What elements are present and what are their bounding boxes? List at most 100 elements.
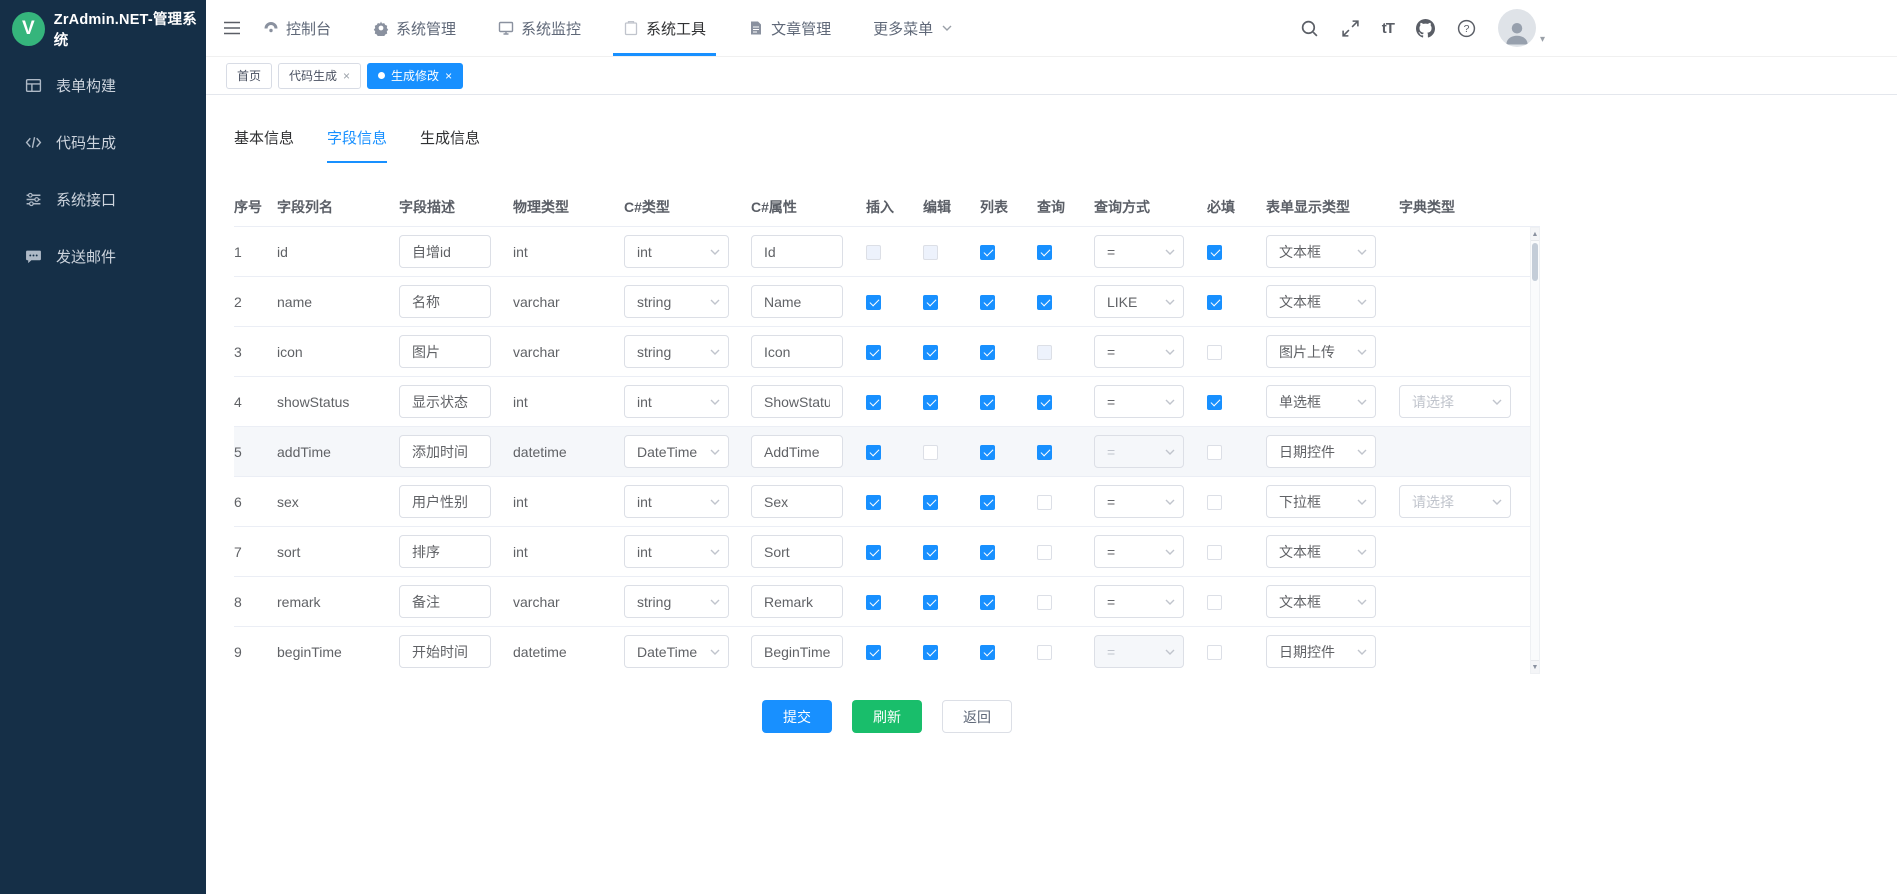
query-mode-select[interactable]: LIKE — [1094, 285, 1184, 318]
back-button[interactable]: 返回 — [942, 700, 1012, 733]
list-checkbox[interactable] — [980, 545, 995, 560]
query-checkbox[interactable] — [1037, 545, 1052, 560]
refresh-button[interactable]: 刷新 — [852, 700, 922, 733]
csharp-property-input[interactable] — [751, 635, 843, 668]
search-icon[interactable] — [1300, 19, 1319, 38]
query-mode-select[interactable]: = — [1094, 235, 1184, 268]
field-description-input[interactable] — [399, 535, 491, 568]
insert-checkbox[interactable] — [866, 495, 881, 510]
user-avatar-menu[interactable]: ▾ — [1498, 9, 1545, 47]
csharp-property-input[interactable] — [751, 585, 843, 618]
query-mode-select[interactable]: = — [1094, 635, 1184, 668]
list-checkbox[interactable] — [980, 245, 995, 260]
display-type-select[interactable]: 日期控件 — [1266, 635, 1376, 668]
nav-item-system-monitor[interactable]: 系统监控 — [498, 0, 581, 56]
display-type-select[interactable]: 下拉框 — [1266, 485, 1376, 518]
sidebar-item-send-mail[interactable]: 发送邮件 — [0, 228, 206, 285]
required-checkbox[interactable] — [1207, 395, 1222, 410]
list-checkbox[interactable] — [980, 395, 995, 410]
insert-checkbox[interactable] — [866, 445, 881, 460]
insert-checkbox[interactable] — [866, 395, 881, 410]
scrollbar-thumb[interactable] — [1532, 243, 1538, 281]
tag-home[interactable]: 首页 — [226, 63, 272, 89]
query-checkbox[interactable] — [1037, 495, 1052, 510]
edit-checkbox[interactable] — [923, 295, 938, 310]
close-icon[interactable]: × — [343, 69, 350, 83]
display-type-select[interactable]: 单选框 — [1266, 385, 1376, 418]
required-checkbox[interactable] — [1207, 245, 1222, 260]
csharp-type-select[interactable]: string — [624, 285, 729, 318]
field-description-input[interactable] — [399, 385, 491, 418]
display-type-select[interactable]: 文本框 — [1266, 535, 1376, 568]
csharp-type-select[interactable]: string — [624, 585, 729, 618]
csharp-property-input[interactable] — [751, 485, 843, 518]
csharp-property-input[interactable] — [751, 385, 843, 418]
query-checkbox[interactable] — [1037, 595, 1052, 610]
table-scroll-area[interactable]: 1 id int int = 文本框 — [234, 227, 1530, 674]
nav-item-system-tools[interactable]: 系统工具 — [623, 0, 706, 56]
insert-checkbox[interactable] — [866, 545, 881, 560]
insert-checkbox[interactable] — [866, 595, 881, 610]
field-description-input[interactable] — [399, 285, 491, 318]
tab-generate-info[interactable]: 生成信息 — [420, 127, 480, 163]
list-checkbox[interactable] — [980, 295, 995, 310]
csharp-property-input[interactable] — [751, 335, 843, 368]
csharp-type-select[interactable]: int — [624, 485, 729, 518]
insert-checkbox[interactable] — [866, 245, 881, 260]
nav-item-console[interactable]: 控制台 — [263, 0, 331, 56]
csharp-type-select[interactable]: int — [624, 235, 729, 268]
tag-generate-modify[interactable]: 生成修改 × — [367, 63, 463, 89]
field-description-input[interactable] — [399, 635, 491, 668]
list-checkbox[interactable] — [980, 595, 995, 610]
query-mode-select[interactable]: = — [1094, 485, 1184, 518]
display-type-select[interactable]: 文本框 — [1266, 235, 1376, 268]
required-checkbox[interactable] — [1207, 295, 1222, 310]
edit-checkbox[interactable] — [923, 595, 938, 610]
dict-type-select[interactable]: 请选择 — [1399, 385, 1511, 418]
field-description-input[interactable] — [399, 585, 491, 618]
dict-type-select[interactable]: 请选择 — [1399, 485, 1511, 518]
fullscreen-icon[interactable] — [1341, 19, 1360, 38]
query-checkbox[interactable] — [1037, 295, 1052, 310]
query-checkbox[interactable] — [1037, 445, 1052, 460]
query-checkbox[interactable] — [1037, 645, 1052, 660]
list-checkbox[interactable] — [980, 495, 995, 510]
edit-checkbox[interactable] — [923, 645, 938, 660]
query-mode-select[interactable]: = — [1094, 585, 1184, 618]
display-type-select[interactable]: 文本框 — [1266, 585, 1376, 618]
sidebar-item-code-generation[interactable]: 代码生成 — [0, 114, 206, 171]
query-checkbox[interactable] — [1037, 345, 1052, 360]
font-size-icon[interactable]: tT — [1382, 20, 1394, 37]
field-description-input[interactable] — [399, 485, 491, 518]
sidebar-item-system-api[interactable]: 系统接口 — [0, 171, 206, 228]
csharp-property-input[interactable] — [751, 435, 843, 468]
csharp-property-input[interactable] — [751, 235, 843, 268]
nav-item-system-management[interactable]: 系统管理 — [373, 0, 456, 56]
query-mode-select[interactable]: = — [1094, 335, 1184, 368]
nav-item-more-menus[interactable]: 更多菜单 — [873, 0, 952, 56]
csharp-type-select[interactable]: DateTime — [624, 635, 729, 668]
close-icon[interactable]: × — [445, 69, 452, 83]
query-mode-select[interactable]: = — [1094, 435, 1184, 468]
help-icon[interactable]: ? — [1457, 19, 1476, 38]
query-checkbox[interactable] — [1037, 395, 1052, 410]
sidebar-item-form-builder[interactable]: 表单构建 — [0, 57, 206, 114]
required-checkbox[interactable] — [1207, 345, 1222, 360]
csharp-type-select[interactable]: int — [624, 535, 729, 568]
submit-button[interactable]: 提交 — [762, 700, 832, 733]
edit-checkbox[interactable] — [923, 395, 938, 410]
display-type-select[interactable]: 文本框 — [1266, 285, 1376, 318]
field-description-input[interactable] — [399, 435, 491, 468]
edit-checkbox[interactable] — [923, 545, 938, 560]
query-mode-select[interactable]: = — [1094, 385, 1184, 418]
github-icon[interactable] — [1416, 19, 1435, 38]
scroll-up-arrow[interactable]: ▲ — [1531, 228, 1539, 241]
insert-checkbox[interactable] — [866, 295, 881, 310]
collapse-menu-icon[interactable] — [223, 20, 241, 36]
required-checkbox[interactable] — [1207, 545, 1222, 560]
scrollbar-track[interactable] — [1531, 241, 1539, 660]
display-type-select[interactable]: 日期控件 — [1266, 435, 1376, 468]
field-description-input[interactable] — [399, 335, 491, 368]
insert-checkbox[interactable] — [866, 345, 881, 360]
vertical-scrollbar[interactable]: ▲ ▼ — [1530, 227, 1540, 674]
